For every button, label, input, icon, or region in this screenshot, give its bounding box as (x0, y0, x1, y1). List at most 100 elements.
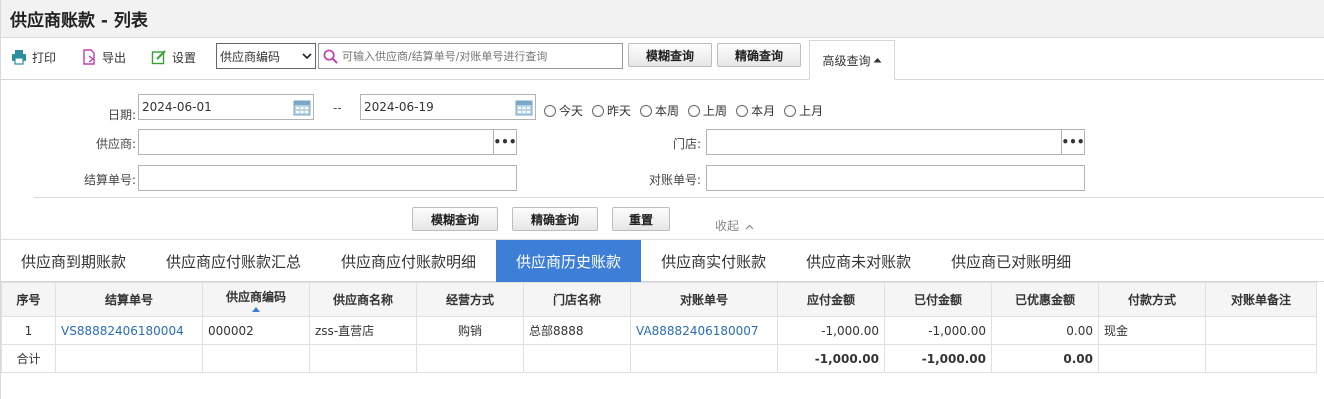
cell-business-mode: 购销 (416, 316, 524, 345)
summary-cell (309, 344, 417, 373)
cell-discount-amount: 0.00 (991, 316, 1099, 345)
radio-this-month[interactable]: 本月 (736, 102, 775, 119)
col-header-discount-amount[interactable]: 已优惠金额 (991, 282, 1099, 317)
print-label: 打印 (32, 50, 57, 65)
summary-cell (523, 344, 631, 373)
radio-label: 本周 (655, 104, 680, 118)
supplier-picker-button[interactable]: ••• (493, 130, 517, 154)
radio-this-week[interactable]: 本周 (640, 102, 679, 119)
col-header-index[interactable]: 序号 (1, 282, 56, 317)
search-input[interactable] (342, 49, 617, 63)
radio-label: 昨天 (607, 104, 632, 118)
cell-paid-amount: -1,000.00 (884, 316, 992, 345)
col-header-paid-amount[interactable]: 已付金额 (884, 282, 992, 317)
settlement-no-input[interactable] (138, 165, 517, 191)
summary-cell (1098, 344, 1206, 373)
radio-last-week[interactable]: 上周 (688, 102, 727, 119)
calendar-icon (515, 100, 533, 116)
export-icon (83, 49, 95, 65)
summary-cell (202, 344, 310, 373)
tab-payables-detail[interactable]: 供应商应付账款明细 (321, 240, 496, 282)
supplier-label: 供应商: (95, 137, 136, 151)
date-to-value: 2024-06-19 (364, 100, 434, 114)
radio-circle (544, 104, 556, 117)
search-field-value: 供应商编码 (220, 49, 281, 64)
radio-yesterday[interactable]: 昨天 (592, 102, 631, 119)
date-from-input[interactable]: 2024-06-01 (138, 94, 314, 120)
radio-circle (784, 104, 797, 117)
col-header-payable-amount[interactable]: 应付金额 (777, 282, 885, 317)
export-button[interactable]: 导出 (81, 46, 126, 68)
date-label: 日期: (107, 108, 136, 122)
col-header-store-name[interactable]: 门店名称 (523, 282, 631, 317)
table-row[interactable]: 1 VS88882406180004 000002 zss-直营店 购销 总部8… (1, 316, 1317, 345)
advanced-filter-panel: 日期: 2024-06-01 -- 2024-06-19 今天 昨天 本周 上周… (1, 80, 1324, 240)
table-header-row: 序号 结算单号 供应商编码 供应商名称 经营方式 门店名称 对账单号 应付金额 … (1, 282, 1317, 317)
cell-payment-method: 现金 (1098, 316, 1206, 345)
store-input[interactable]: ••• (706, 129, 1085, 155)
col-header-supplier-name[interactable]: 供应商名称 (309, 282, 417, 317)
chevron-up-icon (745, 224, 754, 230)
recon-no-label: 对账单号: (648, 173, 701, 187)
history-payables-table: 序号 结算单号 供应商编码 供应商名称 经营方式 门店名称 对账单号 应付金额 … (1, 282, 1317, 373)
page-title: 供应商账款 - 列表 (10, 11, 148, 31)
supplier-input[interactable]: ••• (138, 129, 517, 155)
cell-recon-no-link[interactable]: VA88882406180007 (630, 316, 778, 345)
col-header-settlement-no[interactable]: 结算单号 (55, 282, 203, 317)
calendar-icon (293, 100, 311, 116)
title-bar: 供应商账款 - 列表 (1, 0, 1324, 38)
advanced-query-toggle[interactable]: 高级查询 (809, 40, 895, 80)
cell-payable-amount: -1,000.00 (777, 316, 885, 345)
radio-today[interactable]: 今天 (544, 102, 583, 119)
filter-exact-query-button[interactable]: 精确查询 (512, 207, 598, 231)
print-button[interactable]: 打印 (11, 46, 56, 68)
settings-button[interactable]: 设置 (151, 46, 196, 68)
caret-up-icon (873, 58, 881, 63)
filter-fuzzy-query-button[interactable]: 模糊查询 (412, 207, 498, 231)
radio-label: 上周 (703, 104, 728, 118)
cell-settlement-no-link[interactable]: VS88882406180004 (55, 316, 203, 345)
fuzzy-query-button[interactable]: 模糊查询 (628, 43, 712, 67)
date-range-separator: -- (333, 101, 342, 115)
summary-discount-amount: 0.00 (991, 344, 1099, 373)
summary-cell (55, 344, 203, 373)
cell-index: 1 (1, 316, 56, 345)
tab-unreconciled[interactable]: 供应商未对账款 (786, 240, 931, 282)
settlement-no-label: 结算单号: (83, 173, 136, 187)
store-label: 门店: (672, 137, 701, 151)
summary-paid-amount: -1,000.00 (884, 344, 992, 373)
collapse-label: 收起 (715, 219, 740, 233)
recon-no-input[interactable] (706, 165, 1085, 191)
tab-history-payables[interactable]: 供应商历史账款 (496, 240, 642, 282)
col-header-supplier-code-label: 供应商编码 (225, 289, 286, 304)
radio-circle (688, 104, 701, 117)
search-field-select[interactable]: 供应商编码 (216, 43, 316, 69)
radio-circle (592, 104, 605, 117)
col-header-payment-method[interactable]: 付款方式 (1098, 282, 1206, 317)
cell-store-name: 总部8888 (523, 316, 631, 345)
edit-icon (151, 50, 166, 65)
collapse-filter-toggle[interactable]: 收起 (715, 217, 754, 234)
col-header-recon-no[interactable]: 对账单号 (630, 282, 778, 317)
date-to-input[interactable]: 2024-06-19 (360, 94, 536, 120)
summary-label: 合计 (1, 344, 56, 373)
cell-recon-remark (1205, 316, 1317, 345)
radio-last-month[interactable]: 上月 (784, 102, 823, 119)
col-header-business-mode[interactable]: 经营方式 (416, 282, 524, 317)
advanced-query-label: 高级查询 (822, 53, 871, 68)
exact-query-button[interactable]: 精确查询 (717, 43, 801, 67)
search-box (318, 43, 623, 69)
tab-payables-summary[interactable]: 供应商应付账款汇总 (146, 240, 321, 282)
reset-button[interactable]: 重置 (612, 207, 670, 231)
store-picker-button[interactable]: ••• (1061, 130, 1085, 154)
settings-label: 设置 (172, 50, 197, 65)
col-header-recon-remark[interactable]: 对账单备注 (1205, 282, 1317, 317)
tab-actual-payments[interactable]: 供应商实付账款 (641, 240, 786, 282)
radio-label: 今天 (559, 104, 584, 118)
radio-circle (736, 104, 749, 117)
col-header-supplier-code[interactable]: 供应商编码 (202, 282, 310, 317)
summary-cell (630, 344, 778, 373)
tab-reconciled-detail[interactable]: 供应商已对账明细 (931, 240, 1091, 282)
search-icon (323, 49, 338, 64)
tab-due-payables[interactable]: 供应商到期账款 (1, 240, 146, 282)
